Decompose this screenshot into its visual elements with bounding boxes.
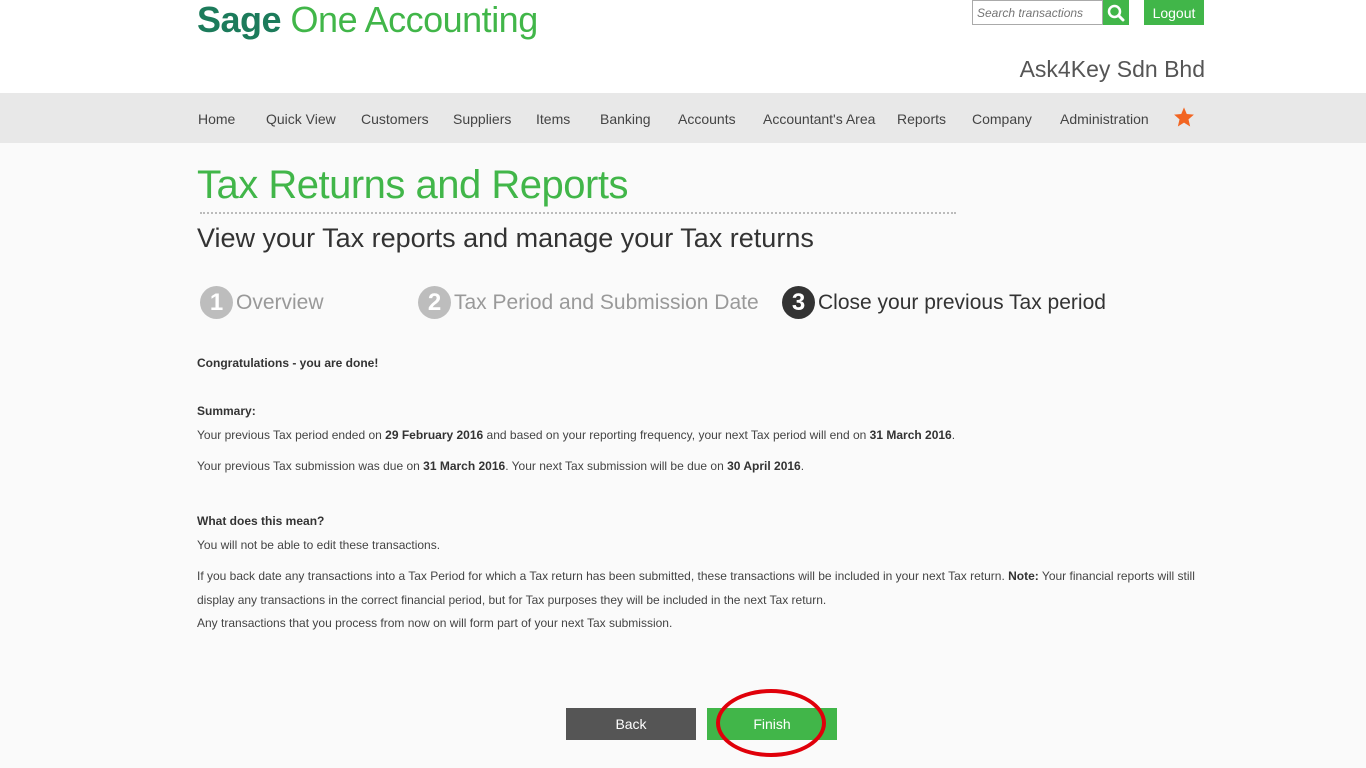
nav-item-items[interactable]: Items	[536, 111, 570, 127]
summary-submission-line: Your previous Tax submission was due on …	[197, 459, 804, 473]
step-number: 3	[782, 286, 815, 319]
note-label: Note:	[1008, 569, 1039, 583]
main-nav: Home Quick View Customers Suppliers Item…	[0, 93, 1366, 143]
title-divider	[200, 212, 956, 214]
meaning-heading: What does this mean?	[197, 514, 325, 528]
previous-submission-date: 31 March 2016	[423, 459, 506, 473]
favorites-button[interactable]	[1173, 106, 1195, 133]
text-fragment: and based on your reporting frequency, y…	[483, 428, 870, 442]
text-fragment: .	[800, 459, 805, 473]
nav-item-quick-view[interactable]: Quick View	[266, 111, 336, 127]
text-fragment: . Your next Tax submission will be due o…	[505, 459, 728, 473]
nav-item-company[interactable]: Company	[972, 111, 1032, 127]
step-label: Close your previous Tax period	[818, 290, 1106, 314]
app-logo[interactable]: Sage One Accounting	[197, 0, 538, 42]
nav-item-customers[interactable]: Customers	[361, 111, 429, 127]
nav-item-reports[interactable]: Reports	[897, 111, 946, 127]
page-subtitle: View your Tax reports and manage your Ta…	[197, 223, 814, 253]
congrats-message: Congratulations - you are done!	[197, 356, 379, 370]
logo-sage: Sage	[197, 0, 282, 40]
nav-item-accountants-area[interactable]: Accountant's Area	[763, 111, 875, 127]
meaning-line: Any transactions that you process from n…	[197, 616, 673, 630]
text-fragment: Your previous Tax submission was due on	[197, 459, 424, 473]
meaning-line: If you back date any transactions into a…	[197, 569, 1195, 583]
star-icon	[1174, 107, 1194, 127]
wizard-step-close-period[interactable]: 3 Close your previous Tax period	[782, 286, 1106, 319]
text-fragment: Your financial reports will still	[1038, 569, 1195, 583]
step-label: Overview	[236, 290, 324, 314]
next-period-end-date: 31 March 2016	[869, 428, 952, 442]
search-input[interactable]	[972, 0, 1103, 25]
search-button[interactable]	[1103, 0, 1129, 25]
nav-item-accounts[interactable]: Accounts	[678, 111, 736, 127]
step-number: 1	[200, 286, 233, 319]
meaning-line: You will not be able to edit these trans…	[197, 538, 441, 552]
next-submission-date: 30 April 2016	[727, 459, 801, 473]
step-label: Tax Period and Submission Date	[454, 290, 759, 314]
summary-period-line: Your previous Tax period ended on 29 Feb…	[197, 428, 955, 442]
wizard-step-tax-period[interactable]: 2 Tax Period and Submission Date	[418, 286, 759, 319]
previous-period-end-date: 29 February 2016	[385, 428, 484, 442]
back-button[interactable]: Back	[566, 708, 696, 740]
nav-item-home[interactable]: Home	[198, 111, 235, 127]
header: Sage One Accounting Logout Ask4Key Sdn B…	[0, 0, 1366, 93]
meaning-line: display any transactions in the correct …	[197, 593, 827, 607]
wizard-step-overview[interactable]: 1 Overview	[200, 286, 324, 319]
nav-item-suppliers[interactable]: Suppliers	[453, 111, 511, 127]
summary-heading: Summary:	[197, 404, 256, 418]
page-title: Tax Returns and Reports	[197, 163, 628, 207]
text-fragment: .	[951, 428, 956, 442]
step-number: 2	[418, 286, 451, 319]
nav-item-banking[interactable]: Banking	[600, 111, 651, 127]
text-fragment: Your previous Tax period ended on	[197, 428, 386, 442]
logout-button[interactable]: Logout	[1144, 0, 1204, 25]
finish-button[interactable]: Finish	[707, 708, 837, 740]
text-fragment: If you back date any transactions into a…	[197, 569, 1009, 583]
nav-item-administration[interactable]: Administration	[1060, 111, 1149, 127]
logo-product: One Accounting	[281, 0, 539, 40]
search-icon	[1107, 4, 1125, 21]
company-name: Ask4Key Sdn Bhd	[1019, 56, 1205, 82]
